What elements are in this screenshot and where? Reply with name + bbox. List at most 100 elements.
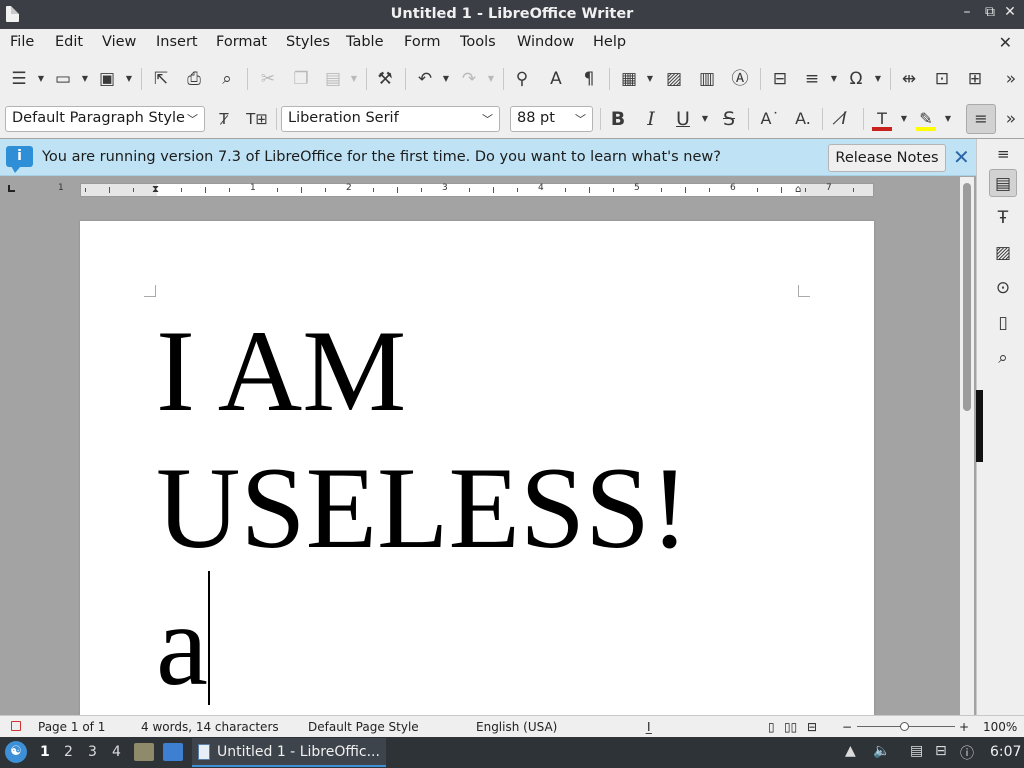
paragraph-style-combo[interactable]: Default Paragraph Style ﹀ [5, 106, 205, 132]
print-preview-icon[interactable]: ⌕ [216, 68, 238, 90]
menu-form[interactable]: Form [404, 34, 441, 50]
book-view-icon[interactable]: ⊟ [807, 720, 817, 734]
workspace-1[interactable]: 1 [40, 744, 50, 760]
paste-dropdown-icon[interactable]: ▼ [349, 68, 359, 90]
workspace-4[interactable]: 4 [112, 744, 121, 760]
undo-dropdown-icon[interactable]: ▼ [441, 68, 451, 90]
single-page-view-icon[interactable]: ▯ [768, 720, 775, 734]
find-icon[interactable]: ⌕ [989, 344, 1017, 372]
strikethrough-icon[interactable]: S [717, 106, 741, 132]
formatting-marks-icon[interactable]: ¶ [578, 68, 600, 90]
footnote-icon[interactable]: ⊡ [931, 68, 953, 90]
save-dropdown-icon[interactable]: ▼ [124, 68, 134, 90]
zoom-out-button[interactable]: − [842, 720, 852, 734]
font-color-dropdown-icon[interactable]: ▼ [899, 108, 909, 130]
redo-dropdown-icon[interactable]: ▼ [486, 68, 496, 90]
clone-formatting-icon[interactable]: ⚒ [374, 68, 396, 90]
workspace-3[interactable]: 3 [88, 744, 97, 760]
menu-insert[interactable]: Insert [156, 34, 198, 50]
insert-textbox-icon[interactable]: Ⓐ [729, 68, 751, 90]
cut-icon[interactable]: ✂ [257, 68, 279, 90]
insert-field-icon[interactable]: ≡ [801, 68, 823, 90]
subscript-icon[interactable]: A. [791, 106, 815, 132]
special-character-icon[interactable]: Ω [845, 68, 867, 90]
open-dropdown-icon[interactable]: ▼ [80, 68, 90, 90]
find-replace-icon[interactable]: ⚲ [511, 68, 533, 90]
new-dropdown-icon[interactable]: ▼ [36, 68, 46, 90]
notifications-icon[interactable]: ⓘ [960, 743, 974, 763]
bold-icon[interactable]: B [606, 106, 630, 132]
start-menu-icon[interactable]: ☯ [5, 741, 27, 763]
highlight-color-icon[interactable]: ✎ [914, 106, 938, 132]
page-count[interactable]: Page 1 of 1 [38, 720, 105, 734]
tab-stop-selector[interactable] [8, 185, 15, 192]
styles-icon[interactable]: Ŧ [989, 204, 1017, 232]
font-color-icon[interactable]: T [870, 106, 894, 132]
release-notes-button[interactable]: Release Notes [828, 144, 946, 172]
network-icon[interactable]: ⊟ [935, 743, 947, 759]
properties-icon[interactable]: ▤ [989, 169, 1017, 197]
new-icon[interactable]: ☰ [8, 68, 30, 90]
vertical-scrollbar[interactable] [960, 177, 974, 715]
overflow-icon[interactable]: » [1000, 108, 1022, 130]
menu-view[interactable]: View [102, 34, 136, 50]
horizontal-ruler[interactable]: 1 1 2 3 4 5 6 7 ⧗ ⌂ [58, 183, 874, 197]
infobar-close-icon[interactable]: ✕ [953, 145, 970, 169]
document-text[interactable]: I AM USELESS! a [156, 303, 689, 714]
spelling-icon[interactable]: A [545, 68, 567, 90]
file-manager-icon[interactable] [134, 743, 154, 761]
font-name-combo[interactable]: Liberation Serif ﹀ [281, 106, 500, 132]
workspace-2[interactable]: 2 [64, 744, 73, 760]
export-pdf-icon[interactable]: ⇱ [150, 68, 172, 90]
menu-tools[interactable]: Tools [460, 34, 496, 50]
zoom-level[interactable]: 100% [983, 720, 1017, 734]
taskbar-window-writer[interactable]: Untitled 1 - LibreOffic... [192, 738, 386, 767]
sidebar-menu-icon[interactable]: ≡ [997, 145, 1010, 163]
overflow-icon[interactable]: » [1000, 68, 1022, 90]
redo-icon[interactable]: ↷ [458, 68, 480, 90]
insert-mode-icon[interactable]: I̲ [647, 720, 651, 734]
sidebar-collapse-handle[interactable] [976, 390, 983, 462]
document-page[interactable]: I AM USELESS! a [80, 221, 874, 715]
clear-formatting-icon[interactable]: I̸ [832, 106, 856, 132]
page-icon[interactable]: ▯ [989, 309, 1017, 337]
special-character-dropdown-icon[interactable]: ▼ [873, 68, 883, 90]
volume-icon[interactable]: 🔈 [873, 743, 890, 759]
align-left-button[interactable]: ≡ [966, 104, 996, 134]
print-icon[interactable]: ⎙ [183, 68, 205, 90]
menu-table[interactable]: Table [346, 34, 384, 50]
navigator-icon[interactable]: ⊙ [989, 274, 1017, 302]
indent-marker[interactable]: ⧗ [152, 184, 159, 195]
table-dropdown-icon[interactable]: ▼ [645, 68, 655, 90]
hyperlink-icon[interactable]: ⇹ [898, 68, 920, 90]
word-count[interactable]: 4 words, 14 characters [141, 720, 279, 734]
clipboard-icon[interactable]: ▤ [910, 743, 923, 759]
minimize-button[interactable]: – [958, 4, 976, 20]
updates-icon[interactable]: ▲ [845, 743, 856, 759]
comment-icon[interactable]: ⊞ [964, 68, 986, 90]
copy-icon[interactable]: ❐ [290, 68, 312, 90]
menu-help[interactable]: Help [593, 34, 626, 50]
document-modified-icon[interactable] [11, 721, 21, 731]
highlight-dropdown-icon[interactable]: ▼ [943, 108, 953, 130]
superscript-icon[interactable]: A˙ [758, 106, 782, 132]
close-window-button[interactable]: ✕ [1001, 4, 1019, 20]
underline-dropdown-icon[interactable]: ▼ [700, 108, 710, 130]
underline-icon[interactable]: U [671, 106, 695, 132]
field-dropdown-icon[interactable]: ▼ [829, 68, 839, 90]
show-desktop-icon[interactable] [163, 743, 183, 761]
insert-table-icon[interactable]: ▦ [618, 68, 640, 90]
insert-chart-icon[interactable]: ▥ [696, 68, 718, 90]
font-size-combo[interactable]: 88 pt ﹀ [510, 106, 593, 132]
close-document-button[interactable]: ✕ [999, 33, 1012, 52]
insert-image-icon[interactable]: ▨ [663, 68, 685, 90]
save-icon[interactable]: ▣ [96, 68, 118, 90]
menu-format[interactable]: Format [216, 34, 267, 50]
scrollbar-thumb[interactable] [963, 183, 971, 411]
undo-icon[interactable]: ↶ [414, 68, 436, 90]
menu-window[interactable]: Window [517, 34, 574, 50]
new-style-icon[interactable]: T⊞ [245, 106, 269, 132]
gallery-icon[interactable]: ▨ [989, 239, 1017, 267]
zoom-slider-handle[interactable] [900, 722, 909, 731]
right-indent-marker[interactable]: ⌂ [795, 184, 801, 195]
